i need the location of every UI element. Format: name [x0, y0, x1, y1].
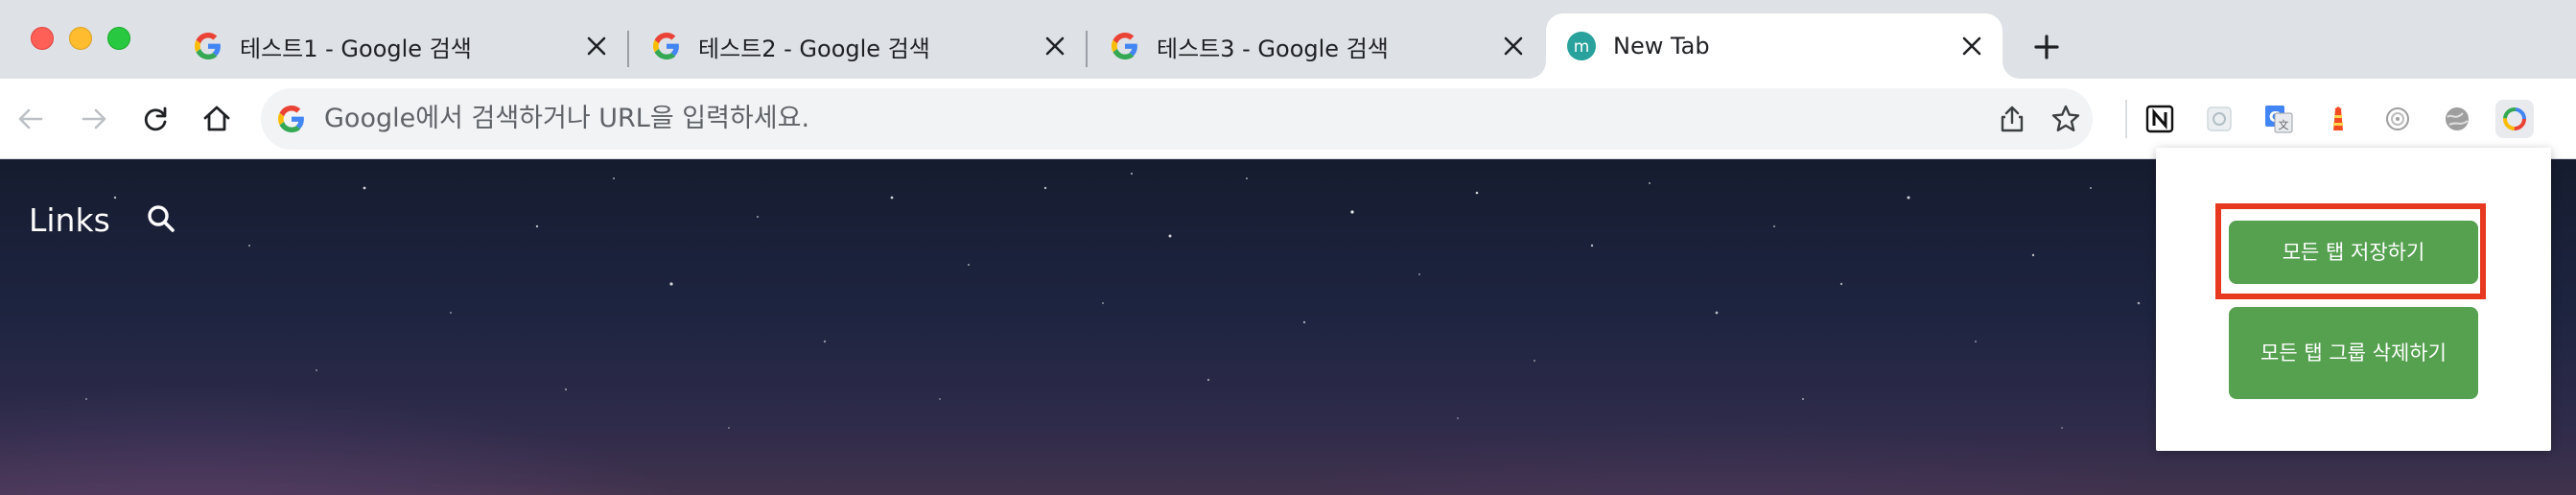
reload-icon: [144, 106, 167, 131]
minimize-window-button[interactable]: [69, 27, 92, 50]
links-label[interactable]: Links: [29, 201, 110, 239]
share-icon[interactable]: [1993, 100, 2031, 138]
notion-icon[interactable]: [2141, 100, 2179, 138]
m-icon: m: [1567, 32, 1596, 60]
reload-button[interactable]: [132, 96, 178, 142]
bookmark-star-icon[interactable]: [2047, 100, 2085, 138]
plus-icon: [2034, 35, 2059, 59]
google-icon: [194, 32, 222, 60]
extensions-bar: G文: [2129, 90, 2576, 148]
tab-2[interactable]: 테스트2 - Google 검색: [631, 13, 1086, 79]
address-bar-placeholder: Google에서 검색하거나 URL을 입력하세요.: [324, 104, 810, 133]
tab-title: 테스트1 - Google 검색: [240, 35, 472, 62]
delete-all-tab-groups-button[interactable]: 모든 탭 그룹 삭제하기: [2229, 307, 2478, 399]
toolbar-separator: [2125, 100, 2127, 138]
close-tab-icon[interactable]: [1956, 31, 1987, 61]
tab-title: New Tab: [1613, 33, 1710, 59]
arrow-left-icon: [18, 108, 43, 130]
highlight-box: [2215, 203, 2486, 299]
forward-button[interactable]: [71, 96, 117, 142]
google-icon: [278, 106, 305, 132]
tab-strip: 테스트1 - Google 검색 테스트2 - Google 검색 테스트3 -…: [0, 0, 2576, 79]
tab-1[interactable]: 테스트1 - Google 검색: [173, 13, 627, 79]
tab-title: 테스트3 - Google 검색: [1157, 35, 1389, 62]
home-button[interactable]: [194, 96, 240, 142]
home-icon: [203, 106, 230, 131]
search-icon[interactable]: [144, 201, 182, 240]
spiral-icon[interactable]: [2378, 100, 2417, 138]
google-icon: [652, 32, 681, 60]
google-icon: [1111, 32, 1139, 60]
close-tab-icon[interactable]: [1040, 31, 1070, 61]
new-tab-button[interactable]: [2026, 26, 2068, 68]
close-tab-icon[interactable]: [1498, 31, 1529, 61]
close-tab-icon[interactable]: [581, 31, 612, 61]
color-ring-icon[interactable]: [2495, 100, 2534, 138]
arrow-right-icon: [82, 108, 106, 130]
close-window-button[interactable]: [31, 27, 54, 50]
tab-separator: [1086, 31, 1088, 67]
fullscreen-window-button[interactable]: [107, 27, 130, 50]
tab-separator: [627, 31, 629, 67]
extension-popup: 모든 탭 저장하기 모든 탭 그룹 삭제하기: [2156, 148, 2551, 451]
m-icon-letter: m: [1574, 37, 1590, 57]
svg-text:文: 文: [2279, 118, 2289, 131]
lighthouse-icon[interactable]: [2319, 100, 2357, 138]
tab-title: 테스트2 - Google 검색: [698, 35, 930, 62]
google-translate-icon[interactable]: G文: [2260, 100, 2298, 138]
tab-4-active[interactable]: m New Tab: [1546, 13, 2002, 79]
grid-icon[interactable]: [2200, 100, 2238, 138]
address-bar[interactable]: Google에서 검색하거나 URL을 입력하세요.: [261, 88, 2093, 150]
tab-3[interactable]: 테스트3 - Google 검색: [1089, 13, 1544, 79]
globe-icon[interactable]: [2438, 100, 2476, 138]
back-button[interactable]: [8, 96, 54, 142]
